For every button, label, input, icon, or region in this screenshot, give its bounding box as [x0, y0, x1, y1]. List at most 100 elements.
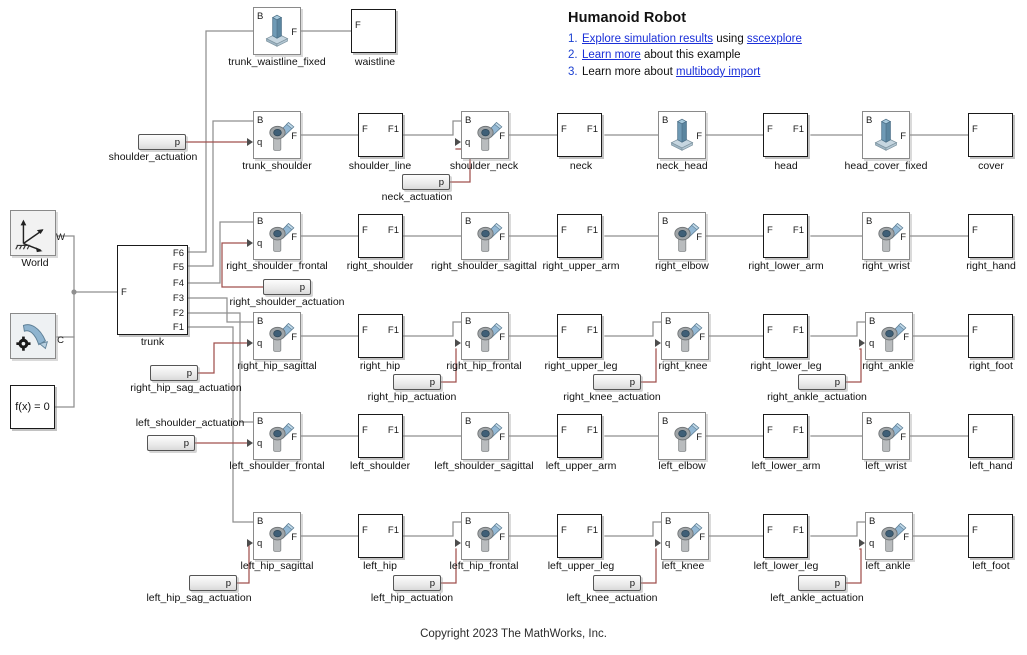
left-upper-leg-block[interactable]: F F1 [557, 514, 602, 558]
right-hip-frontal-port-right: F [499, 332, 505, 343]
right-hip-sagittal-block[interactable]: B Fq [247, 312, 301, 360]
shoulder-line-block[interactable]: F F1 [358, 113, 403, 157]
right-hip-frontal-block[interactable]: B Fq [455, 312, 509, 360]
right-shoulder-block[interactable]: F F1 [358, 214, 403, 258]
left-shoulder-port-right: F1 [387, 425, 399, 436]
left-foot-caption: left_foot [972, 560, 1010, 572]
right-hip-actuation-port-p: p [429, 377, 435, 388]
world-frame-block[interactable]: W [10, 210, 65, 256]
right-shoulder-frontal-block[interactable]: B Fq [247, 212, 301, 260]
left-lower-leg-port-right: F1 [792, 525, 804, 536]
shoulder-actuation-port-p: p [174, 137, 180, 148]
right-knee-block[interactable]: B Fq [655, 312, 709, 360]
left-shoulder-sagittal-block[interactable]: BF [461, 412, 509, 460]
right-lower-leg-block[interactable]: F F1 [763, 314, 808, 358]
left-hip-actuation-caption: left_hip_actuation [370, 592, 454, 604]
right-knee-port-q: q [665, 338, 671, 349]
left-ankle-actuation-block[interactable]: p [798, 575, 846, 591]
left-lower-arm-block[interactable]: F F1 [763, 414, 808, 458]
mechanism-configuration-block[interactable]: C [10, 313, 64, 359]
right-upper-arm-port-left: F [561, 225, 567, 236]
left-hip-frontal-signal-input-arrow-icon [455, 539, 461, 547]
solver-configuration-block[interactable]: f(x) = 0 [10, 385, 55, 429]
right-hip-sag-actuation-caption: right_hip_sag_actuation [130, 382, 242, 394]
left-elbow-block[interactable]: BF [658, 412, 706, 460]
right-upper-leg-block[interactable]: F F1 [557, 314, 602, 358]
cover-block[interactable]: F [968, 113, 1013, 157]
left-foot-block[interactable]: F [968, 514, 1013, 558]
right-hip-sag-actuation-block[interactable]: p [150, 365, 198, 381]
instruction-link[interactable]: sscexplore [747, 33, 802, 45]
left-foot-port-left: F [972, 525, 978, 536]
left-shoulder-actuation-block[interactable]: p [147, 435, 195, 451]
left-knee-port-q: q [665, 538, 671, 549]
neck-block[interactable]: F F1 [557, 113, 602, 157]
left-hip-actuation-block[interactable]: p [393, 575, 441, 591]
left-shoulder-actuation-caption: left_shoulder_actuation [135, 417, 245, 429]
left-ankle-block[interactable]: B Fq [859, 512, 913, 560]
left-ankle-actuation-caption: left_ankle_actuation [770, 592, 864, 604]
right-ankle-actuation-block[interactable]: p [798, 374, 846, 390]
right-hip-actuation-caption: right_hip_actuation [367, 391, 457, 403]
left-knee-actuation-caption: left_knee_actuation [566, 592, 658, 604]
left-upper-arm-block[interactable]: F F1 [557, 414, 602, 458]
instruction-number: 3. [568, 65, 578, 78]
right-shoulder-sagittal-block[interactable]: BF [461, 212, 509, 260]
trunk-block[interactable]: F F6 F5 F4 F3 F2 F1 [117, 245, 188, 335]
right-shoulder-sagittal-port-left: B [465, 216, 472, 227]
head-block[interactable]: F F1 [763, 113, 808, 157]
left-hip-sagittal-block[interactable]: B Fq [247, 512, 301, 560]
left-lower-arm-port-right: F1 [792, 425, 804, 436]
trunk-waistline-fixed-block[interactable]: BF [253, 7, 301, 55]
right-lower-arm-block[interactable]: F F1 [763, 214, 808, 258]
shoulder-neck-port-q: q [465, 137, 471, 148]
neck-actuation-block[interactable]: p [402, 174, 450, 190]
left-lower-arm-port-left: F [767, 425, 773, 436]
right-knee-actuation-block[interactable]: p [593, 374, 641, 390]
right-wrist-block[interactable]: BF [862, 212, 910, 260]
trunk-caption: trunk [140, 336, 165, 348]
instruction-text: using [713, 33, 747, 45]
left-hip-frontal-block[interactable]: B Fq [455, 512, 509, 560]
instruction-link[interactable]: multibody import [676, 66, 760, 78]
right-knee-port-left: B [665, 316, 672, 327]
instruction-link[interactable]: Learn more [582, 49, 641, 61]
waistline-port-left: F [355, 20, 361, 31]
right-ankle-block[interactable]: B Fq [859, 312, 913, 360]
right-foot-block[interactable]: F [968, 314, 1013, 358]
left-shoulder-frontal-signal-input-arrow-icon [247, 439, 253, 447]
left-hand-block[interactable]: F [968, 414, 1013, 458]
head-cover-fixed-block[interactable]: BF [862, 111, 910, 159]
right-hand-block[interactable]: F [968, 214, 1013, 258]
instruction-link[interactable]: Explore simulation results [582, 33, 713, 45]
right-shoulder-actuation-block[interactable]: p [263, 279, 311, 295]
shoulder-neck-block[interactable]: B Fq [455, 111, 509, 159]
left-lower-leg-block[interactable]: F F1 [763, 514, 808, 558]
left-knee-actuation-block[interactable]: p [593, 575, 641, 591]
right-upper-arm-block[interactable]: F F1 [557, 214, 602, 258]
left-shoulder-block[interactable]: F F1 [358, 414, 403, 458]
right-hip-frontal-port-q: q [465, 338, 471, 349]
left-knee-block[interactable]: B Fq [655, 512, 709, 560]
waistline-block[interactable]: F [351, 9, 396, 53]
right-wrist-port-left: B [866, 216, 873, 227]
left-upper-leg-port-right: F1 [586, 525, 598, 536]
world-caption: World [21, 257, 49, 269]
trunk-port-f: F [121, 287, 127, 298]
left-hip-block[interactable]: F F1 [358, 514, 403, 558]
right-knee-port-right: F [699, 332, 705, 343]
right-elbow-block[interactable]: BF [658, 212, 706, 260]
right-hip-actuation-block[interactable]: p [393, 374, 441, 390]
right-hip-block[interactable]: F F1 [358, 314, 403, 358]
left-hip-port-right: F1 [387, 525, 399, 536]
left-hip-sagittal-port-q: q [257, 538, 263, 549]
head-cover-fixed-port-right: F [900, 131, 906, 142]
trunk-shoulder-signal-input-arrow-icon [247, 138, 253, 146]
left-wrist-block[interactable]: BF [862, 412, 910, 460]
left-hip-sag-actuation-block[interactable]: p [189, 575, 237, 591]
neck-head-block[interactable]: BF [658, 111, 706, 159]
trunk-waistline-fixed-port-left: B [257, 11, 264, 22]
left-ankle-port-left: B [869, 516, 876, 527]
shoulder-actuation-block[interactable]: p [138, 134, 186, 150]
simulink-canvas[interactable]: Humanoid Robot 1. Explore simulation resu… [0, 0, 1027, 655]
